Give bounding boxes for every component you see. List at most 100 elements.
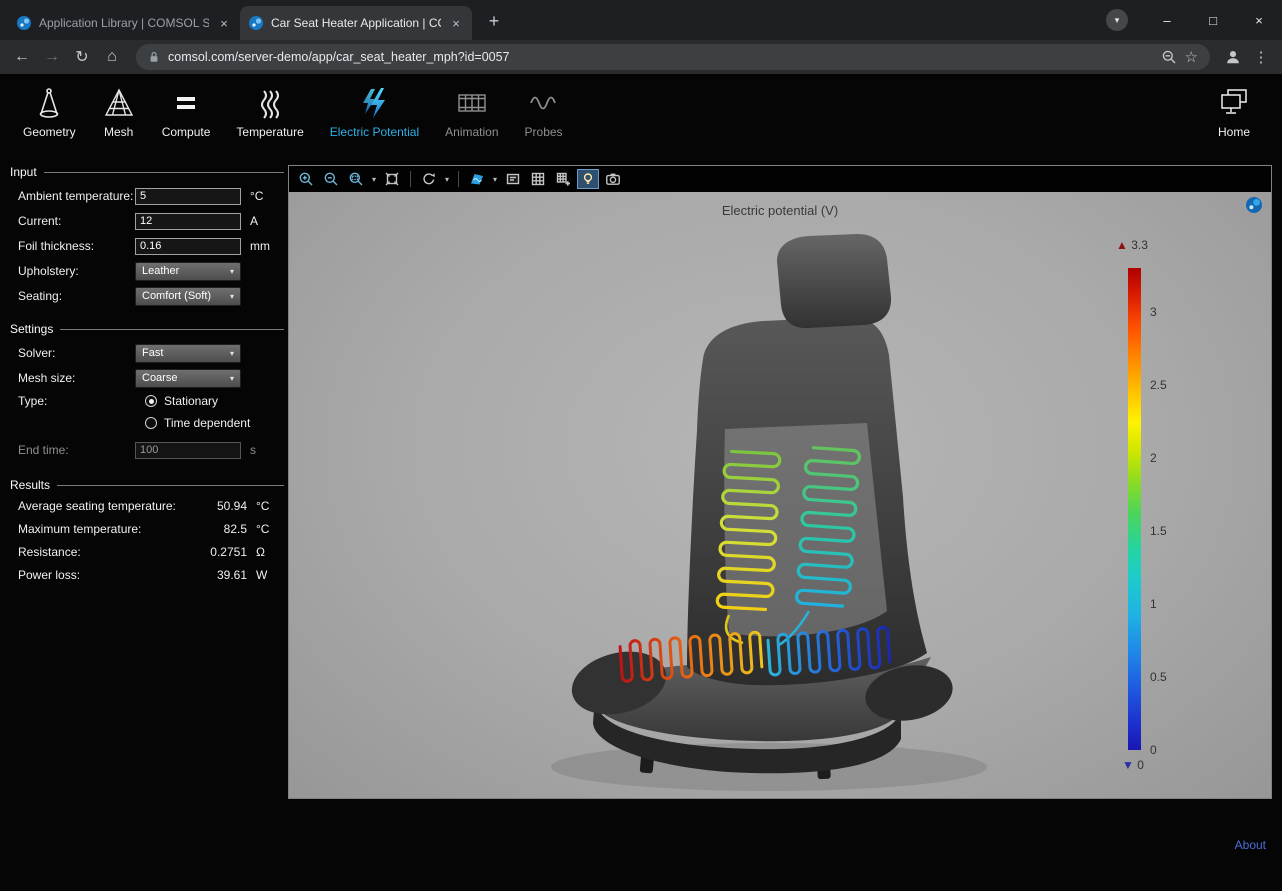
plot-group-dropdown-icon[interactable]: ▾ [491,175,499,184]
type-radio-group: Stationary Time dependent [135,394,250,430]
seating-select[interactable]: Comfort (Soft) ▾ [135,287,241,306]
temperature-waves-icon [253,86,287,120]
ribbon-geometry-button[interactable]: Geometry [10,86,89,139]
ribbon-label: Electric Potential [330,125,419,139]
zoom-box-button[interactable] [345,169,367,189]
snapshot-camera-button[interactable] [602,169,624,189]
profile-avatar-icon[interactable] [1220,44,1246,70]
section-title: Settings [10,322,53,336]
legend-tick: 0 [1150,743,1157,757]
tab-search-button[interactable]: ▾ [1106,9,1128,31]
main-area: ▾ ▾ ▾ Electric potential (V) [288,155,1282,891]
plot-group-icon[interactable] [466,169,488,189]
bookmark-star-icon[interactable]: ☆ [1185,48,1198,66]
input-section-header: Input [10,165,284,179]
result-unit: W [256,568,278,582]
current-input[interactable] [135,213,241,230]
electric-potential-bolt-icon [357,86,391,120]
tab-close-icon[interactable]: × [216,15,232,31]
result-value: 39.61 [217,568,247,582]
field-label: Ambient temperature: [18,189,135,203]
app-content: Input Ambient temperature: °C Current: A… [0,155,1282,891]
field-label: End time: [18,443,135,457]
legend-tick: 1.5 [1150,524,1167,538]
chevron-down-icon: ▾ [230,267,234,276]
legend-color-bar [1128,268,1141,750]
reload-button[interactable]: ↻ [68,43,96,71]
result-value: 0.2751 [210,545,247,559]
forward-button[interactable]: → [38,43,66,71]
rotate-view-button[interactable] [418,169,440,189]
ribbon-animation-button[interactable]: Animation [432,86,511,139]
tab-close-icon[interactable]: × [448,15,464,31]
legend-min-label: ▼ 0 [1122,758,1192,772]
upholstery-select[interactable]: Leather ▾ [135,262,241,281]
radio-label: Stationary [164,394,218,408]
animation-filmstrip-icon [455,86,489,120]
show-legends-button[interactable] [502,169,524,189]
result-value: 50.94 [217,499,247,513]
solver-row: Solver: Fast ▾ [18,343,278,363]
tab-application-library[interactable]: Application Library | COMSOL Se × [8,6,240,40]
url-omnibox[interactable]: comsol.com/server-demo/app/car_seat_heat… [136,44,1210,70]
home-button[interactable]: ⌂ [98,43,126,71]
ribbon-compute-button[interactable]: Compute [149,86,224,139]
plot-canvas[interactable]: Electric potential (V) [289,192,1271,798]
section-rule [60,329,284,330]
field-unit: A [250,214,258,228]
sidebar: Input Ambient temperature: °C Current: A… [0,155,288,891]
radio-checked-icon[interactable] [145,395,157,407]
minimize-button[interactable]: – [1144,0,1190,40]
scene-light-button[interactable] [577,169,599,189]
end-time-input [135,442,241,459]
zoom-extents-button[interactable] [381,169,403,189]
chevron-down-icon: ▾ [230,374,234,383]
result-label: Average seating temperature: [18,499,217,513]
time-dependent-radio-option[interactable]: Time dependent [145,416,250,430]
mesh-icon [102,86,136,120]
probes-wave-icon [527,86,561,120]
zoom-indicator-icon[interactable] [1161,49,1177,65]
min-value: 0 [1137,758,1144,772]
car-seat-3d-model [289,192,1271,798]
close-button[interactable]: × [1236,0,1282,40]
result-row-resistance: Resistance: 0.2751 Ω [18,545,278,559]
rotate-view-dropdown-icon[interactable]: ▾ [443,175,451,184]
foil-thickness-input[interactable] [135,238,241,255]
add-image-button[interactable] [552,169,574,189]
result-value: 82.5 [224,522,247,536]
stationary-radio-option[interactable]: Stationary [145,394,250,408]
new-tab-button[interactable]: + [480,7,508,35]
seating-row: Seating: Comfort (Soft) ▾ [18,286,278,306]
tab-car-seat-heater[interactable]: Car Seat Heater Application | CO × [240,6,472,40]
end-time-row: End time: s [18,440,278,460]
result-unit: Ω [256,545,278,559]
results-section-header: Results [10,478,284,492]
zoom-in-button[interactable] [295,169,317,189]
browser-menu-kebab-icon[interactable]: ⋮ [1248,44,1274,70]
mesh-size-select[interactable]: Coarse ▾ [135,369,241,388]
show-grid-button[interactable] [527,169,549,189]
ribbon-probes-button[interactable]: Probes [512,86,576,139]
field-unit: s [250,443,256,457]
ribbon-home-button[interactable]: Home [1204,86,1264,139]
tab-title: Application Library | COMSOL Se [39,16,209,30]
back-button[interactable]: ← [8,43,36,71]
solver-select[interactable]: Fast ▾ [135,344,241,363]
graphics-toolbar: ▾ ▾ ▾ [289,166,1271,192]
zoom-out-button[interactable] [320,169,342,189]
legend-tick: 3 [1150,305,1157,319]
about-link[interactable]: About [1235,838,1266,852]
zoom-box-dropdown-icon[interactable]: ▾ [370,175,378,184]
radio-unchecked-icon[interactable] [145,417,157,429]
field-label: Seating: [18,289,135,303]
maximize-button[interactable]: □ [1190,0,1236,40]
ribbon-mesh-button[interactable]: Mesh [89,86,149,139]
ribbon-electric-potential-button[interactable]: Electric Potential [317,86,432,139]
result-unit: °C [256,499,278,513]
geometry-icon [32,86,66,120]
url-text[interactable]: comsol.com/server-demo/app/car_seat_heat… [168,50,1153,64]
ambient-temperature-input[interactable] [135,188,241,205]
comsol-favicon [248,15,264,31]
ribbon-temperature-button[interactable]: Temperature [223,86,316,139]
